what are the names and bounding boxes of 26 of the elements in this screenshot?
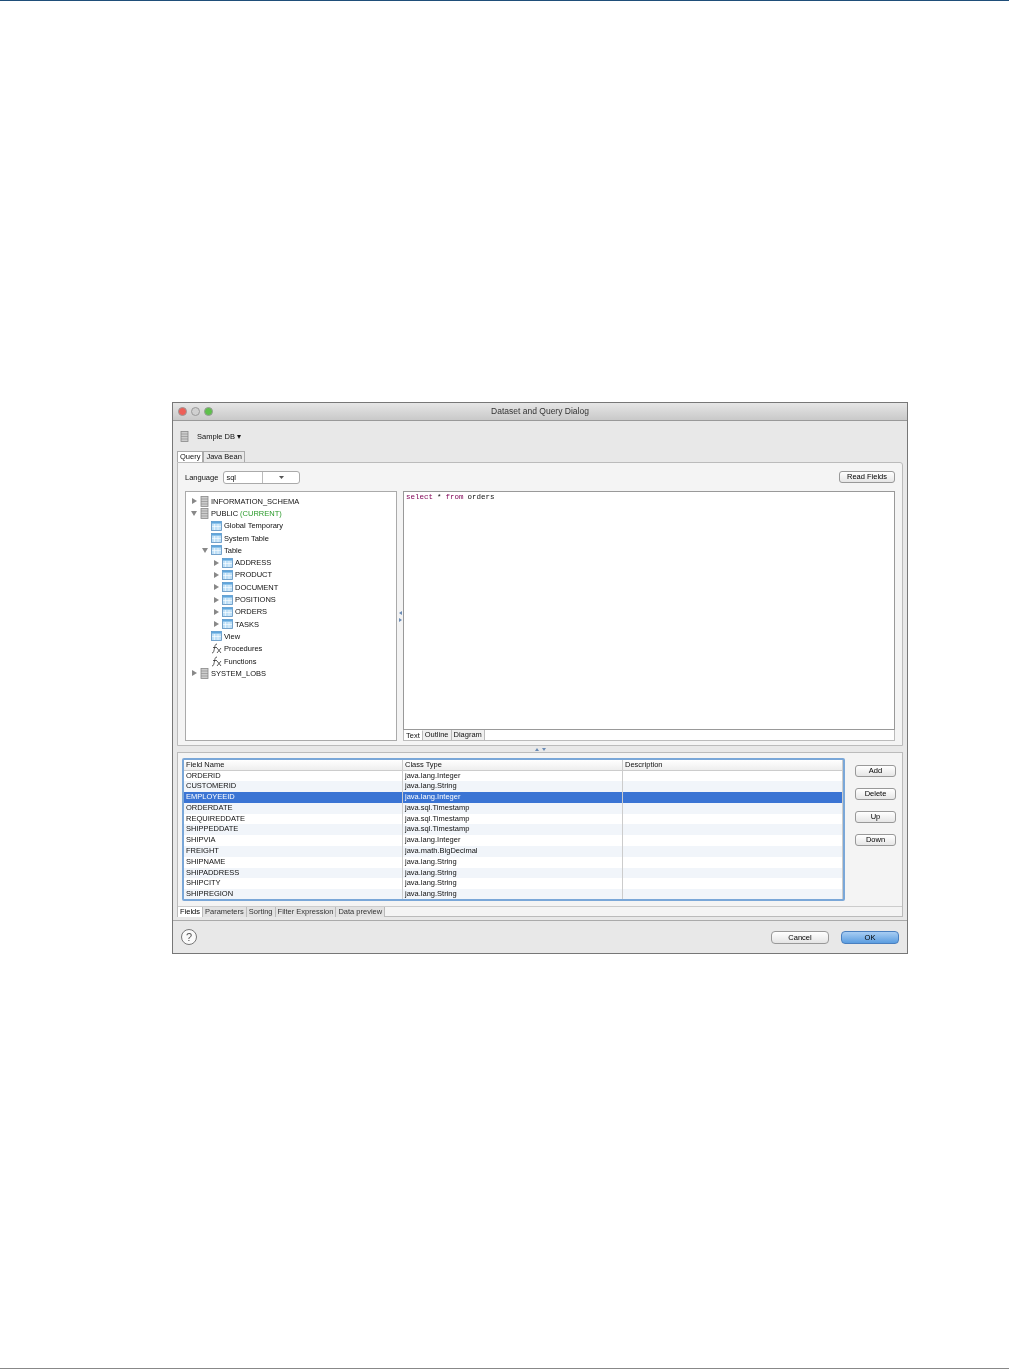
- database-icon: [200, 667, 209, 679]
- table-icon: [222, 619, 233, 630]
- help-button[interactable]: ?: [181, 929, 197, 945]
- left-arrow-icon: [398, 610, 402, 615]
- database-icon: [200, 495, 209, 507]
- database-icon: [180, 430, 189, 442]
- minimize-button[interactable]: [191, 407, 200, 416]
- zoom-button[interactable]: [204, 407, 213, 416]
- table-icon: [211, 533, 222, 544]
- table-icon: [222, 594, 233, 605]
- table-icon: [222, 606, 233, 617]
- function-icon: [211, 655, 222, 667]
- database-icon: [200, 507, 209, 519]
- table-icon: [211, 520, 222, 531]
- right-arrow-icon: [398, 617, 402, 622]
- window-title: Dataset and Query Dialog: [491, 406, 589, 417]
- close-button[interactable]: [178, 407, 187, 416]
- up-arrow-icon: [534, 747, 539, 751]
- table-icon: [222, 582, 233, 593]
- table-icon: [222, 557, 233, 568]
- table-icon: [222, 569, 233, 580]
- down-arrow-icon: [541, 747, 546, 751]
- table-icon: [211, 631, 222, 642]
- table-icon: [211, 545, 222, 556]
- function-icon: [211, 643, 222, 655]
- caret-icon: [278, 475, 284, 479]
